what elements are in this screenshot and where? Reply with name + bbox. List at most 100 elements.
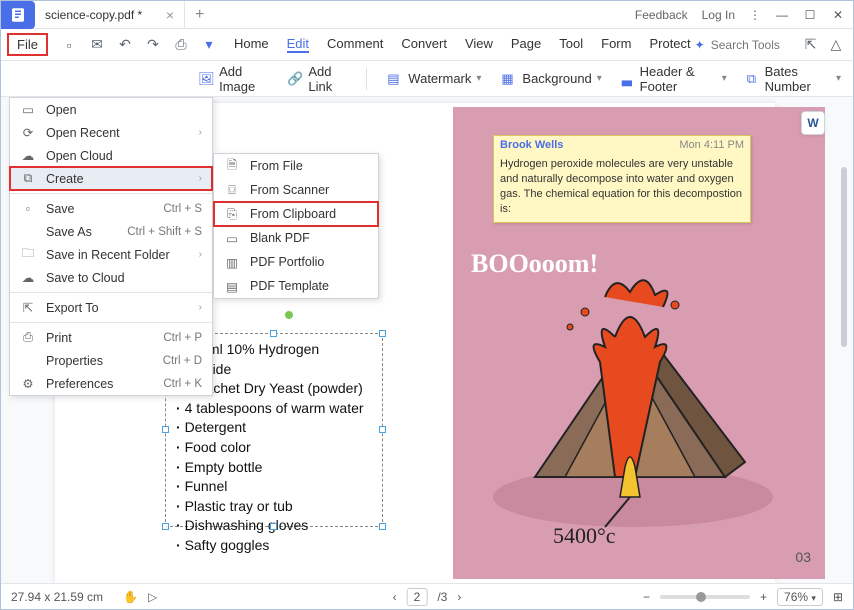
submenu-from-file[interactable]: 🗎From File xyxy=(214,154,378,178)
submenu-pdf-portfolio[interactable]: ▥PDF Portfolio xyxy=(214,250,378,274)
cloud-icon[interactable]: △ xyxy=(830,36,841,53)
rotate-handle-icon[interactable] xyxy=(285,311,293,319)
tab-convert[interactable]: Convert xyxy=(401,36,447,53)
menu-save-cloud[interactable]: ☁Save to Cloud xyxy=(10,266,212,289)
blank-icon: ▭ xyxy=(224,231,240,246)
tab-comment[interactable]: Comment xyxy=(327,36,383,53)
zoom-slider[interactable] xyxy=(660,595,750,599)
zoom-out-icon[interactable]: − xyxy=(643,590,650,604)
more-icon[interactable]: ⋮ xyxy=(749,8,761,22)
open-icon: ▭ xyxy=(20,102,36,117)
customize-icon[interactable]: ▾ xyxy=(200,36,218,53)
maximize-icon[interactable]: ☐ xyxy=(803,8,817,22)
page-background: Brook Wells Mon 4:11 PM Hydrogen peroxid… xyxy=(453,107,825,579)
minimize-icon[interactable]: — xyxy=(775,8,789,22)
submenu-blank-pdf[interactable]: ▭Blank PDF xyxy=(214,226,378,250)
menu-create[interactable]: ⧉Create› xyxy=(10,167,212,190)
menu-open-recent[interactable]: ⟳Open Recent› xyxy=(10,121,212,144)
next-page-icon[interactable]: › xyxy=(457,590,461,604)
header-footer-button[interactable]: ▃Header & Footer▾ xyxy=(622,64,727,94)
tab-title: science-copy.pdf * xyxy=(45,8,142,22)
fit-page-icon[interactable]: ⊞ xyxy=(833,590,843,604)
document-tab[interactable]: science-copy.pdf * × xyxy=(35,1,185,29)
menu-export-to[interactable]: ⇱Export To› xyxy=(10,296,212,319)
submenu-from-clipboard[interactable]: ⎘From Clipboard xyxy=(214,202,378,226)
share-icon[interactable]: ⇱ xyxy=(805,36,817,53)
export-icon: ⇱ xyxy=(20,300,36,315)
current-page-input[interactable]: 2 xyxy=(407,588,428,606)
cloud-icon: ☁ xyxy=(20,148,36,163)
selection-handle[interactable] xyxy=(379,330,386,337)
vertical-scrollbar[interactable] xyxy=(841,167,847,347)
prev-page-icon[interactable]: ‹ xyxy=(393,590,397,604)
mail-icon[interactable]: ✉ xyxy=(88,36,106,53)
background-button[interactable]: ▦Background▾ xyxy=(501,71,601,87)
tab-tool[interactable]: Tool xyxy=(559,36,583,53)
watermark-button[interactable]: ▤Watermark▾ xyxy=(387,71,481,87)
selection-handle[interactable] xyxy=(379,523,386,530)
ingredient-item: Empty bottle xyxy=(176,458,376,478)
link-icon: 🔗 xyxy=(287,71,303,87)
zoom-value[interactable]: 76% ▾ xyxy=(777,588,823,606)
print-icon: ⎙ xyxy=(20,330,36,345)
tab-home[interactable]: Home xyxy=(234,36,269,53)
ingredient-item: Funnel xyxy=(176,477,376,497)
search-icon: ✦ xyxy=(695,38,705,52)
header-footer-icon: ▃ xyxy=(622,71,635,87)
login-link[interactable]: Log In xyxy=(702,8,735,22)
tab-view[interactable]: View xyxy=(465,36,493,53)
close-window-icon[interactable]: ✕ xyxy=(831,8,845,22)
folder-icon: 🗀 xyxy=(20,244,36,265)
menu-properties[interactable]: PropertiesCtrl + D xyxy=(10,349,212,372)
menu-open[interactable]: ▭Open xyxy=(10,98,212,121)
feedback-link[interactable]: Feedback xyxy=(635,8,688,22)
sticky-note[interactable]: Brook Wells Mon 4:11 PM Hydrogen peroxid… xyxy=(493,135,751,223)
close-tab-icon[interactable]: × xyxy=(166,7,174,23)
word-export-icon[interactable]: W xyxy=(801,111,825,135)
select-tool-icon[interactable]: ▷ xyxy=(148,590,157,604)
file-menu-button[interactable]: File xyxy=(7,33,48,56)
search-tools[interactable]: ✦ xyxy=(695,38,791,52)
add-tab-button[interactable]: + xyxy=(185,6,214,24)
submenu-pdf-template[interactable]: ▤PDF Template xyxy=(214,274,378,298)
submenu-from-scanner[interactable]: ⌼From Scanner xyxy=(214,178,378,202)
zoom-in-icon[interactable]: + xyxy=(760,590,767,604)
cloud-up-icon: ☁ xyxy=(20,270,36,285)
menu-print[interactable]: ⎙PrintCtrl + P xyxy=(10,326,212,349)
selection-handle[interactable] xyxy=(162,523,169,530)
menu-preferences[interactable]: ⚙PreferencesCtrl + K xyxy=(10,372,212,395)
save-icon[interactable]: ▫ xyxy=(60,37,78,53)
ingredient-item: 4 tablespoons of warm water xyxy=(176,399,376,419)
settings-icon: ⚙ xyxy=(20,376,36,391)
selection-handle[interactable] xyxy=(162,426,169,433)
bates-icon: ⧉ xyxy=(747,71,760,87)
chevron-right-icon: › xyxy=(199,302,202,313)
undo-icon[interactable]: ↶ xyxy=(116,36,134,53)
selection-handle[interactable] xyxy=(379,426,386,433)
zoom-slider-knob[interactable] xyxy=(696,592,706,602)
search-input[interactable] xyxy=(711,38,791,52)
selection-handle[interactable] xyxy=(270,523,277,530)
menu-save-as[interactable]: Save AsCtrl + Shift + S xyxy=(10,220,212,243)
bates-number-button[interactable]: ⧉Bates Number▾ xyxy=(747,64,841,94)
hand-tool-icon[interactable]: ✋ xyxy=(123,590,138,604)
menu-save[interactable]: ▫SaveCtrl + S xyxy=(10,197,212,220)
menu-open-cloud[interactable]: ☁Open Cloud xyxy=(10,144,212,167)
ingredient-item: Detergent xyxy=(176,418,376,438)
tab-protect[interactable]: Protect xyxy=(649,36,690,53)
print-icon[interactable]: ⎙ xyxy=(172,36,190,53)
temperature-label: 5400°c xyxy=(553,523,616,549)
add-image-button[interactable]: 🖼Add Image xyxy=(198,64,267,94)
add-link-button[interactable]: 🔗Add Link xyxy=(287,64,346,94)
tab-edit[interactable]: Edit xyxy=(287,36,309,53)
selection-handle[interactable] xyxy=(270,330,277,337)
menu-save-recent-folder[interactable]: 🗀Save in Recent Folder› xyxy=(10,243,212,266)
tab-page[interactable]: Page xyxy=(511,36,541,53)
redo-icon[interactable]: ↷ xyxy=(144,36,162,53)
main-menu-bar: File ▫ ✉ ↶ ↷ ⎙ ▾ Home Edit Comment Conve… xyxy=(1,29,853,61)
ingredient-item: Food color xyxy=(176,438,376,458)
tab-form[interactable]: Form xyxy=(601,36,631,53)
note-author: Brook Wells xyxy=(500,139,563,151)
chevron-right-icon: › xyxy=(199,249,202,260)
page-dimensions: 27.94 x 21.59 cm xyxy=(11,590,103,604)
